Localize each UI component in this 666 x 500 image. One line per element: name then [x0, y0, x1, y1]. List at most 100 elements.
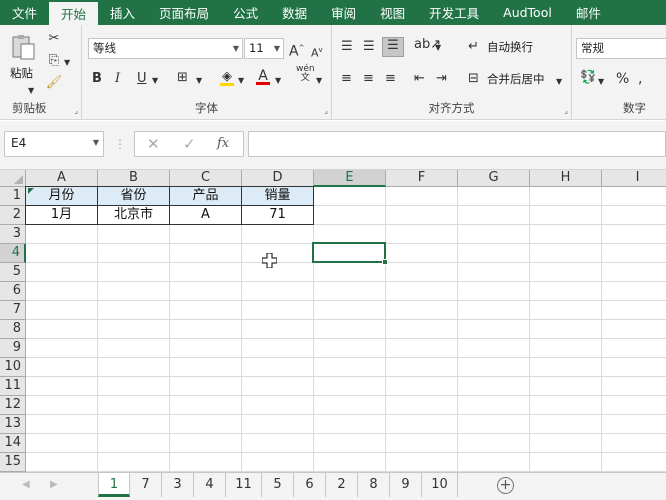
fill-handle[interactable] — [382, 259, 388, 265]
merge-center-icon[interactable]: ⊟ — [468, 71, 479, 87]
paste-dropdown-icon[interactable]: ▼ — [28, 83, 34, 99]
table-header-cell[interactable]: 省份 — [98, 187, 169, 205]
font-launcher-icon[interactable]: ⌟ — [324, 106, 328, 115]
sheet-tab-2[interactable]: 2 — [326, 473, 358, 497]
formula-input[interactable] — [248, 131, 666, 157]
italic-button[interactable]: I — [115, 71, 120, 87]
paste-label[interactable]: 粘贴 — [10, 65, 33, 81]
prev-sheet-icon[interactable]: ◀ — [22, 479, 30, 490]
row-header-10[interactable]: 10 — [0, 358, 26, 377]
paste-icon[interactable] — [10, 33, 36, 61]
table-cell[interactable]: 1月 — [26, 206, 97, 224]
increase-indent-icon[interactable]: ⇥ — [436, 71, 447, 87]
ribbon-tab-6[interactable]: 审阅 — [319, 0, 368, 25]
ribbon-tab-9[interactable]: AudTool — [491, 0, 564, 25]
font-name-combo[interactable]: 等线 ▼ — [88, 38, 243, 59]
ribbon-tab-0[interactable]: 文件 — [0, 0, 49, 25]
orientation-dropdown-icon[interactable]: ▼ — [435, 40, 441, 56]
shrink-font-icon[interactable]: Av — [311, 42, 323, 62]
format-painter-icon[interactable]: 🖌 — [45, 75, 63, 91]
underline-button[interactable]: U — [137, 71, 147, 87]
row-header-8[interactable]: 8 — [0, 320, 26, 339]
currency-icon[interactable]: 💱 — [580, 70, 596, 86]
row-header-9[interactable]: 9 — [0, 339, 26, 358]
align-center-icon[interactable]: ≡ — [363, 71, 374, 87]
row-header-12[interactable]: 12 — [0, 396, 26, 415]
copy-dropdown-icon[interactable]: ▼ — [64, 55, 70, 71]
ribbon-tab-2[interactable]: 插入 — [98, 0, 147, 25]
select-all-corner[interactable] — [0, 170, 26, 187]
column-header-E[interactable]: E — [314, 170, 386, 187]
sheet-tab-5[interactable]: 5 — [262, 473, 294, 497]
table-cell[interactable]: 北京市 — [98, 206, 169, 224]
ribbon-tab-10[interactable]: 邮件 — [564, 0, 613, 25]
merge-dropdown-icon[interactable]: ▼ — [556, 74, 562, 90]
font-size-combo[interactable]: 11 ▼ — [244, 38, 284, 59]
table-cell[interactable]: A — [170, 206, 241, 224]
column-header-I[interactable]: I — [602, 170, 666, 187]
fill-color-icon[interactable]: ◈ — [220, 69, 234, 86]
column-header-B[interactable]: B — [98, 170, 170, 187]
add-sheet-button[interactable]: + — [497, 477, 514, 494]
table-header-cell[interactable]: 销量 — [242, 187, 313, 205]
sheet-tab-4[interactable]: 4 — [194, 473, 226, 497]
bold-button[interactable]: B — [92, 71, 102, 87]
column-header-C[interactable]: C — [170, 170, 242, 187]
font-color-dropdown-icon[interactable]: ▼ — [275, 73, 281, 89]
row-header-15[interactable]: 15 — [0, 453, 26, 472]
clipboard-launcher-icon[interactable]: ⌟ — [74, 106, 78, 115]
percent-button[interactable]: % — [616, 71, 629, 87]
cancel-icon[interactable]: ✕ — [147, 135, 160, 153]
merge-center-button[interactable]: 合并后居中 — [487, 71, 545, 87]
row-header-7[interactable]: 7 — [0, 301, 26, 320]
row-header-14[interactable]: 14 — [0, 434, 26, 453]
column-header-A[interactable]: A — [26, 170, 98, 187]
sheet-tab-6[interactable]: 6 — [294, 473, 326, 497]
cut-icon[interactable]: ✂ — [45, 31, 63, 47]
top-align-icon[interactable]: ☰ — [341, 39, 353, 55]
phonetic-dropdown-icon[interactable]: ▼ — [316, 73, 322, 89]
font-color-icon[interactable]: A — [256, 68, 270, 85]
phonetic-icon[interactable]: wén 文 — [296, 65, 315, 83]
row-header-6[interactable]: 6 — [0, 282, 26, 301]
sheet-tab-9[interactable]: 9 — [390, 473, 422, 497]
grow-font-icon[interactable]: A^ — [289, 40, 304, 60]
border-icon[interactable]: ⊞ — [177, 70, 188, 86]
wrap-text-button[interactable]: 自动换行 — [487, 39, 533, 55]
border-dropdown-icon[interactable]: ▼ — [196, 73, 202, 89]
row-header-3[interactable]: 3 — [0, 225, 26, 244]
ribbon-tab-7[interactable]: 视图 — [368, 0, 417, 25]
wrap-text-icon[interactable]: ↵ — [468, 39, 479, 55]
ribbon-tab-8[interactable]: 开发工具 — [417, 0, 491, 25]
decrease-indent-icon[interactable]: ⇤ — [414, 71, 425, 87]
worksheet-grid[interactable]: A B C D E F G H I 1 2 3 4 5 6 7 8 9 10 11 12 13 14 15 月份 省份 产品 销量 1月… — [0, 170, 666, 472]
bottom-align-icon[interactable]: ☰ — [382, 37, 404, 57]
enter-icon[interactable]: ✓ — [183, 135, 196, 153]
sheet-tab-7[interactable]: 7 — [130, 473, 162, 497]
ribbon-tab-3[interactable]: 页面布局 — [147, 0, 221, 25]
currency-dropdown-icon[interactable]: ▼ — [598, 74, 604, 90]
name-box[interactable]: E4 ▼ — [4, 131, 104, 157]
insert-function-icon[interactable]: fx — [217, 136, 229, 151]
number-format-combo[interactable]: 常规 — [576, 38, 666, 59]
sheet-tab-8[interactable]: 8 — [358, 473, 390, 497]
column-header-G[interactable]: G — [458, 170, 530, 187]
copy-icon[interactable]: ⎘ — [45, 53, 63, 69]
ribbon-tab-4[interactable]: 公式 — [221, 0, 270, 25]
column-header-D[interactable]: D — [242, 170, 314, 187]
row-header-11[interactable]: 11 — [0, 377, 26, 396]
row-header-1[interactable]: 1 — [0, 187, 26, 206]
row-header-5[interactable]: 5 — [0, 263, 26, 282]
alignment-launcher-icon[interactable]: ⌟ — [564, 106, 568, 115]
sheet-tab-1[interactable]: 1 — [98, 473, 130, 497]
selected-cell-outline[interactable] — [312, 242, 388, 265]
underline-dropdown-icon[interactable]: ▼ — [152, 73, 158, 89]
sheet-tab-3[interactable]: 3 — [162, 473, 194, 497]
row-header-2[interactable]: 2 — [0, 206, 26, 225]
table-header-cell[interactable]: 月份 — [26, 187, 97, 205]
column-header-F[interactable]: F — [386, 170, 458, 187]
row-header-4[interactable]: 4 — [0, 244, 26, 263]
row-header-13[interactable]: 13 — [0, 415, 26, 434]
ribbon-tab-1[interactable]: 开始 — [49, 2, 99, 25]
table-cell[interactable]: 71 — [242, 206, 313, 224]
